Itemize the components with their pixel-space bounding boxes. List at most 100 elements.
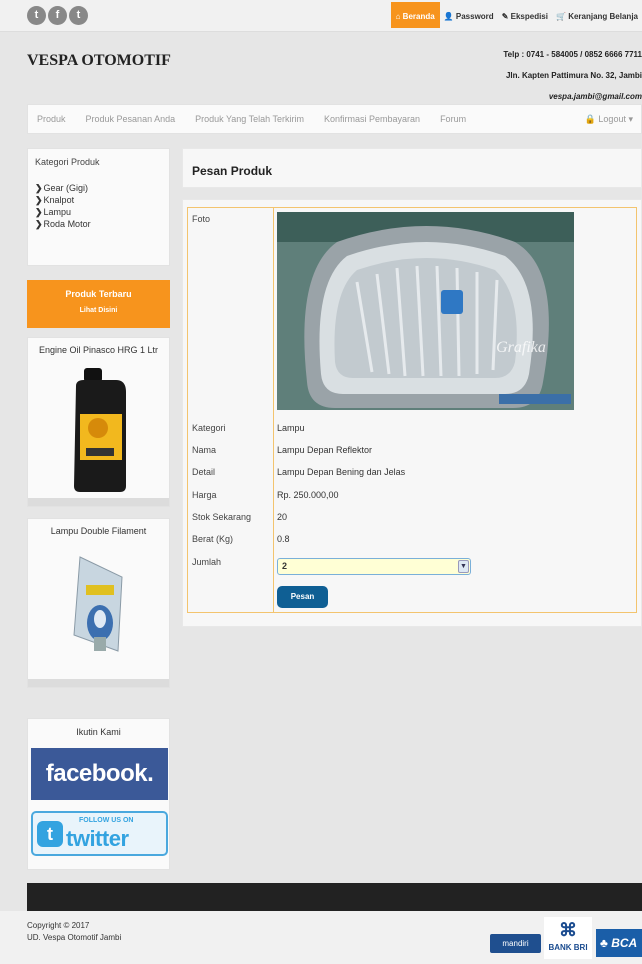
quantity-value: 2	[282, 561, 288, 571]
nav-konfirmasi-pembayaran[interactable]: Konfirmasi Pembayaran	[314, 114, 430, 124]
bri-logo: ⌘ BANK BRI	[544, 917, 592, 959]
nav-produk-pesanan[interactable]: Produk Pesanan Anda	[76, 114, 186, 124]
label-detail: Detail	[192, 467, 216, 477]
nav-produk-terkirim[interactable]: Produk Yang Telah Terkirim	[185, 114, 314, 124]
label-berat: Berat (Kg)	[192, 534, 234, 544]
facebook-icon[interactable]: f	[48, 6, 67, 25]
chevron-right-icon: ❯	[35, 183, 43, 193]
contact-address: Jln. Kapten Pattimura No. 32, Jambi	[505, 71, 642, 80]
content-header: Pesan Produk	[182, 148, 642, 188]
category-label: Lampu	[43, 207, 72, 217]
footer-bar	[27, 883, 642, 911]
tumblr-icon[interactable]: t	[69, 6, 88, 25]
category-label: Gear (Gigi)	[43, 183, 89, 193]
nav-produk[interactable]: Produk	[28, 114, 76, 124]
social-links: t f t	[27, 6, 88, 25]
form-divider	[273, 208, 274, 612]
copyright-text: Copyright © 2017	[27, 921, 90, 930]
value-kategori: Lampu	[277, 423, 305, 433]
category-item[interactable]: ❯Gear (Gigi)	[35, 182, 91, 194]
bri-logo-mark: ⌘	[559, 920, 577, 940]
category-item[interactable]: ❯Knalpot	[35, 194, 91, 206]
engine-oil-image	[74, 368, 126, 492]
contact-phone: Telp : 0741 - 584005 / 0852 6666 7711	[503, 50, 642, 59]
label-harga: Harga	[192, 490, 217, 500]
product-title[interactable]: Lampu Double Filament	[28, 526, 169, 536]
label-kategori: Kategori	[192, 423, 226, 433]
follow-title: Ikutin Kami	[76, 727, 121, 737]
order-button[interactable]: Pesan	[277, 586, 328, 608]
lamp-filament-image	[73, 556, 123, 652]
label-nama: Nama	[192, 445, 217, 455]
chevron-right-icon: ❯	[35, 195, 43, 205]
new-products-banner[interactable]: Produk Terbaru Lihat Disini	[27, 280, 170, 328]
cart-label: Keranjang Belanja	[568, 12, 638, 21]
contact-info: Telp : 0741 - 584005 / 0852 6666 7711 Jl…	[503, 44, 642, 107]
category-item[interactable]: ❯Roda Motor	[35, 218, 91, 230]
label-jumlah: Jumlah	[192, 557, 222, 567]
cart-link[interactable]: 🛒 Keranjang Belanja	[552, 6, 642, 28]
password-label: Password	[455, 12, 494, 21]
home-link[interactable]: ⌂ Beranda	[390, 2, 440, 28]
home-label: Beranda	[402, 12, 435, 21]
logout-button[interactable]: 🔒 Logout ▾	[585, 114, 633, 125]
value-harga: Rp. 250.000,00	[277, 490, 339, 500]
category-panel: Kategori Produk ❯Gear (Gigi) ❯Knalpot ❯L…	[27, 148, 170, 266]
product-card[interactable]: Lampu Double Filament	[27, 518, 170, 688]
nav-forum[interactable]: Forum	[430, 114, 476, 124]
mandiri-logo: mandiri	[490, 934, 541, 953]
edit-icon: ✎	[501, 12, 509, 21]
site-brand[interactable]: VESPA OTOMOTIF	[27, 52, 171, 70]
logout-label: Logout	[598, 114, 626, 124]
twitter-button[interactable]: t FOLLOW US ON twitter	[31, 811, 168, 856]
new-products-link[interactable]: Lihat Disini	[27, 307, 170, 314]
main-nav: Produk Produk Pesanan Anda Produk Yang T…	[27, 104, 642, 134]
value-nama: Lampu Depan Reflektor	[277, 445, 373, 455]
twitter-follow-label: FOLLOW US ON	[79, 817, 134, 824]
twitter-logo-icon: t	[37, 821, 63, 847]
photo-watermark: Grafika	[496, 339, 546, 356]
quantity-select[interactable]: 2 ▼	[277, 558, 471, 575]
product-title[interactable]: Engine Oil Pinasco HRG 1 Ltr	[28, 345, 169, 355]
twitter-label: twitter	[66, 826, 129, 851]
caret-down-icon: ▾	[628, 114, 633, 124]
label-stok: Stok Sekarang	[192, 512, 252, 522]
category-list: ❯Gear (Gigi) ❯Knalpot ❯Lampu ❯Roda Motor	[35, 182, 91, 230]
bca-icon: ♣	[600, 936, 608, 950]
chevron-right-icon: ❯	[35, 207, 43, 217]
product-card-footer	[28, 498, 169, 506]
ekspedisi-link[interactable]: ✎ Ekspedisi	[498, 6, 552, 28]
product-card[interactable]: Engine Oil Pinasco HRG 1 Ltr	[27, 337, 170, 507]
user-icon: 👤	[443, 12, 454, 21]
mandiri-label: mandiri	[502, 939, 529, 948]
product-photo: Grafika	[277, 212, 574, 410]
chevron-down-icon[interactable]: ▼	[458, 560, 469, 573]
label-foto: Foto	[192, 214, 211, 224]
lock-icon: 🔒	[584, 114, 596, 124]
category-label: Roda Motor	[43, 219, 91, 229]
cart-icon: 🛒	[555, 12, 566, 21]
category-title: Kategori Produk	[35, 157, 100, 167]
page-title: Pesan Produk	[192, 164, 273, 178]
product-card-footer	[28, 679, 169, 687]
bri-label: BANK BRI	[548, 943, 588, 952]
value-stok: 20	[277, 512, 288, 522]
bca-logo: ♣ BCA	[596, 929, 642, 957]
follow-panel: Ikutin Kami facebook. t FOLLOW US ON twi…	[27, 718, 170, 870]
password-link[interactable]: 👤 Password	[440, 6, 498, 28]
category-item[interactable]: ❯Lampu	[35, 206, 91, 218]
twitter-icon[interactable]: t	[27, 6, 46, 25]
bca-label: BCA	[611, 936, 638, 950]
category-label: Knalpot	[43, 195, 75, 205]
value-detail: Lampu Depan Bening dan Jelas	[277, 467, 406, 477]
order-form: Foto Grafika Kategori Lampu Nama Lampu D…	[187, 207, 637, 613]
chevron-right-icon: ❯	[35, 219, 43, 229]
top-bar: t f t ⌂ Beranda 👤 Password ✎ Ekspedisi 🛒…	[0, 0, 642, 32]
facebook-button[interactable]: facebook.	[31, 748, 168, 800]
top-nav: ⌂ Beranda 👤 Password ✎ Ekspedisi 🛒 Keran…	[390, 2, 642, 28]
ekspedisi-label: Ekspedisi	[510, 12, 548, 21]
copyright: Copyright © 2017 UD. Vespa Otomotif Jamb…	[27, 920, 121, 944]
headlamp-image: Grafika	[277, 212, 574, 410]
company-name: UD. Vespa Otomotif Jambi	[27, 933, 122, 942]
value-berat: 0.8	[277, 534, 290, 544]
